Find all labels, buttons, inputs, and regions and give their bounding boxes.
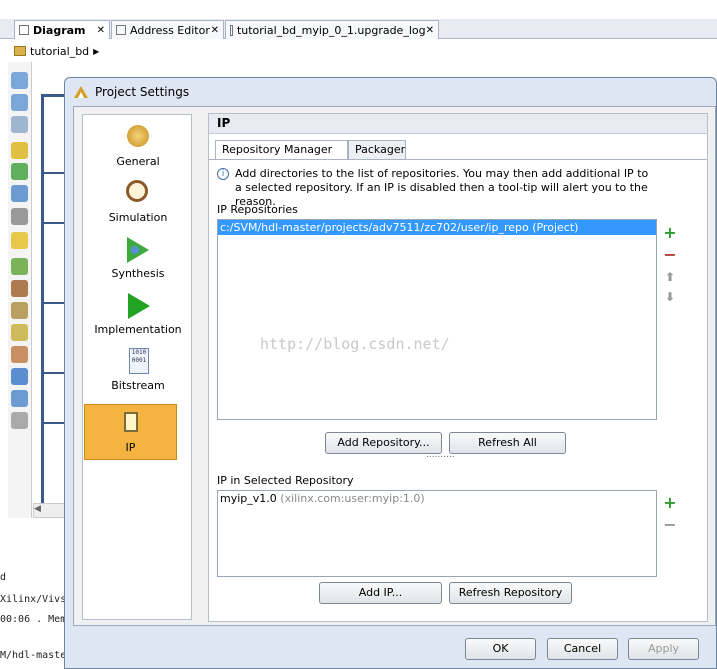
console-line: M/hdl-maste: [0, 650, 67, 661]
table-icon: [116, 25, 126, 35]
ip-repositories-label: IP Repositories: [217, 203, 298, 216]
ip-name: myip_v1.0: [220, 492, 277, 505]
add-ip-icon[interactable]: [11, 258, 28, 275]
tab-divider: [209, 159, 707, 160]
nav-synthesis[interactable]: Synthesis: [87, 235, 189, 289]
dialog-title: Project Settings: [95, 85, 190, 99]
pin-icon[interactable]: [11, 280, 28, 297]
run-automation-icon[interactable]: [11, 324, 28, 341]
dialog-body: General Simulation Synthesis Implementat…: [73, 106, 716, 626]
chip-icon: [116, 409, 146, 439]
nav-general[interactable]: General: [87, 123, 189, 177]
tcl-console: d Xilinx/Vivs 00:06 . Mem M/hdl-maste: [0, 530, 70, 669]
add-icon[interactable]: +: [663, 225, 677, 241]
document-icon: [230, 24, 233, 36]
nav-implementation[interactable]: Implementation: [87, 291, 189, 345]
nav-bitstream[interactable]: 1010 0001 Bitstream: [87, 347, 189, 401]
align-icon[interactable]: [11, 208, 28, 225]
diagram-icon: [19, 25, 29, 35]
console-line: 00:06 . Mem: [0, 614, 67, 625]
dialog-titlebar[interactable]: Project Settings: [73, 82, 189, 102]
editor-tab-bar: Diagram ✕ Address Editor ✕ tutorial_bd_m…: [0, 19, 717, 39]
gear-icon[interactable]: [11, 346, 28, 363]
list-item[interactable]: myip_v1.0 (xilinx.com:user:myip:1.0): [218, 491, 656, 506]
expand-icon[interactable]: [11, 232, 28, 249]
fit-icon[interactable]: [11, 163, 28, 180]
zoom-area-icon[interactable]: [11, 116, 28, 133]
block-design-icon: [14, 46, 26, 56]
ip-repositories-list[interactable]: c:/SVM/hdl-master/projects/adv7511/zc702…: [217, 219, 657, 420]
add-repository-button[interactable]: Add Repository...: [325, 432, 442, 454]
cancel-button[interactable]: Cancel: [547, 638, 618, 660]
add-icon[interactable]: +: [663, 495, 677, 511]
close-icon[interactable]: ✕: [426, 25, 434, 36]
settings-category-list: General Simulation Synthesis Implementat…: [82, 114, 192, 620]
tab-upgrade-log-label: tutorial_bd_myip_0_1.upgrade_log: [236, 23, 426, 37]
gear-icon: [123, 123, 153, 153]
breadcrumb: tutorial_bd ▶: [14, 41, 99, 61]
info-icon: i: [217, 168, 229, 180]
console-line: d: [0, 572, 7, 583]
close-icon[interactable]: ✕: [97, 25, 105, 36]
vivado-logo-icon: [74, 86, 88, 98]
section-title: IP: [209, 114, 707, 134]
tab-repository-manager[interactable]: Repository Manager: [215, 140, 348, 160]
play-arrow-icon: [123, 291, 153, 321]
refresh-icon[interactable]: [11, 368, 28, 385]
remove-icon[interactable]: −: [663, 247, 677, 263]
chevron-right-icon[interactable]: ▶: [93, 47, 99, 56]
breadcrumb-item[interactable]: tutorial_bd: [30, 45, 89, 58]
add-ip-button[interactable]: Add IP...: [319, 582, 442, 604]
tab-diagram[interactable]: Diagram ✕: [14, 20, 110, 39]
arrow-up-icon[interactable]: ⬆: [663, 270, 677, 284]
refresh-all-button[interactable]: Refresh All: [449, 432, 566, 454]
nav-simulation-label: Simulation: [108, 211, 168, 224]
splitter-handle[interactable]: ..........: [426, 450, 455, 460]
zoom-out-icon[interactable]: [11, 94, 28, 111]
list-item[interactable]: c:/SVM/hdl-master/projects/adv7511/zc702…: [218, 220, 656, 235]
watermark-text: http://blog.csdn.net/: [260, 335, 450, 353]
apply-button[interactable]: Apply: [628, 638, 699, 660]
nav-ip[interactable]: IP: [84, 404, 177, 460]
waveform-magnifier-icon: [123, 179, 153, 209]
ok-button[interactable]: OK: [465, 638, 536, 660]
remove-icon[interactable]: −: [663, 517, 677, 533]
select-icon[interactable]: [11, 142, 28, 159]
nav-general-label: General: [116, 155, 160, 168]
project-settings-dialog: Project Settings General Simulation Synt…: [64, 77, 717, 669]
tab-packager[interactable]: Packager: [348, 140, 406, 159]
port-icon[interactable]: [11, 302, 28, 319]
tab-address-editor[interactable]: Address Editor ✕: [111, 20, 224, 39]
ip-vlnv: (xilinx.com:user:myip:1.0): [280, 492, 425, 505]
regenerate-icon[interactable]: [11, 390, 28, 407]
nav-synthesis-label: Synthesis: [111, 267, 165, 280]
binary-file-icon: 1010 0001: [123, 347, 153, 377]
nav-implementation-label: Implementation: [94, 323, 182, 336]
tab-diagram-label: Diagram: [33, 23, 86, 37]
info-text: Add directories to the list of repositor…: [235, 167, 649, 208]
nav-ip-label: IP: [125, 441, 136, 454]
refresh-repository-button[interactable]: Refresh Repository: [449, 582, 572, 604]
search-icon[interactable]: [11, 185, 28, 202]
zoom-in-icon[interactable]: [11, 72, 28, 89]
ip-in-repository-label: IP in Selected Repository: [217, 474, 354, 487]
ip-list[interactable]: myip_v1.0 (xilinx.com:user:myip:1.0): [217, 490, 657, 577]
tab-upgrade-log[interactable]: tutorial_bd_myip_0_1.upgrade_log ✕: [225, 20, 439, 39]
diagram-toolbar: [8, 62, 32, 518]
nav-simulation[interactable]: Simulation: [87, 179, 189, 233]
console-line: Xilinx/Vivs: [0, 594, 67, 605]
tab-address-editor-label: Address Editor: [130, 23, 210, 37]
nav-bitstream-label: Bitstream: [111, 379, 165, 392]
ip-settings-panel: IP Repository Manager Packager i Add dir…: [208, 113, 708, 622]
synthesis-icon: [123, 235, 153, 265]
route-icon[interactable]: [11, 412, 28, 429]
close-icon[interactable]: ✕: [211, 25, 219, 36]
arrow-down-icon[interactable]: ⬇: [663, 290, 677, 304]
